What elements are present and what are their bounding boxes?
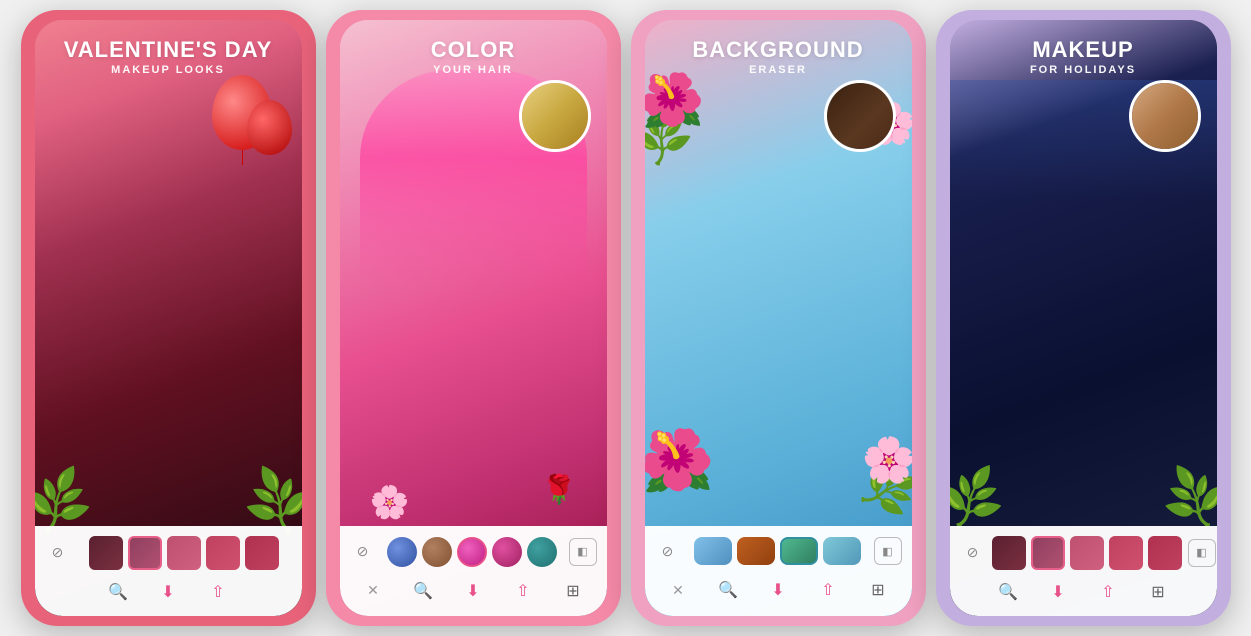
main-image-2: 🌸 🌹 COLOR YOUR HAIR ⊘ bbox=[340, 20, 607, 616]
main-image-3: 🌺 🌸 🌺 🌸 🌿 🌿 BACKGROUND ERASER ⊘ bbox=[645, 20, 912, 616]
bottom-bar-4: ⊘ ◧ 🔍 ⬇ ⇧ ⊞ bbox=[950, 526, 1217, 616]
swatch-row-1 bbox=[77, 536, 292, 570]
compare-btn-2[interactable]: ◧ bbox=[569, 538, 597, 566]
thumb-inner-2 bbox=[522, 83, 588, 149]
compare-btn-4[interactable]: ◧ bbox=[1188, 539, 1216, 567]
swatch-2-5[interactable] bbox=[527, 537, 557, 567]
swatch-1-1[interactable] bbox=[89, 536, 123, 570]
swatch-row-3 bbox=[687, 537, 868, 565]
swatch-4-1[interactable] bbox=[992, 536, 1026, 570]
phone-screen-4: 🌿 🌿 MAKEUP FOR HOLIDAYS ⊘ bbox=[950, 20, 1217, 616]
share-btn-4[interactable]: ⇧ bbox=[1093, 577, 1123, 607]
phone-screen-1: 🌿 🌿 VALENTINE'S DAY MAKEUP LOOKS ⊘ bbox=[35, 20, 302, 616]
download-btn-4[interactable]: ⬇ bbox=[1043, 577, 1073, 607]
download-btn-1[interactable]: ⬇ bbox=[153, 577, 183, 607]
swatch-1-5[interactable] bbox=[245, 536, 279, 570]
thumb-circle-2 bbox=[519, 80, 591, 152]
toolbar-top-2: ⊘ ◧ bbox=[350, 537, 597, 567]
toolbar-bottom-4: 🔍 ⬇ ⇧ ⊞ bbox=[960, 577, 1207, 607]
swatch-row-4 bbox=[992, 536, 1182, 570]
thumb-circle-3 bbox=[824, 80, 896, 152]
slash-icon-4[interactable]: ⊘ bbox=[960, 540, 986, 566]
flower-br-3: 🌸 bbox=[862, 434, 912, 486]
toolbar-top-3: ⊘ ◧ bbox=[655, 537, 902, 565]
swatch-2-3[interactable] bbox=[457, 537, 487, 567]
share-btn-2[interactable]: ⇧ bbox=[508, 576, 538, 606]
swatch-2-1[interactable] bbox=[387, 537, 417, 567]
phone-card-makeup: 🌿 🌿 MAKEUP FOR HOLIDAYS ⊘ bbox=[936, 10, 1231, 626]
phone-screen-3: 🌺 🌸 🌺 🌸 🌿 🌿 BACKGROUND ERASER ⊘ bbox=[645, 20, 912, 616]
extra-btn-4[interactable]: ⊞ bbox=[1143, 577, 1173, 607]
bottom-bar-1: ⊘ 🔍 ⬇ ⇧ bbox=[35, 526, 302, 616]
download-btn-3[interactable]: ⬇ bbox=[763, 575, 793, 605]
swatch-3-3[interactable] bbox=[780, 537, 818, 565]
swatch-4-5[interactable] bbox=[1148, 536, 1182, 570]
x-btn-3[interactable]: ✕ bbox=[663, 575, 693, 605]
extra-btn-3[interactable]: ⊞ bbox=[863, 575, 893, 605]
swatch-4-4[interactable] bbox=[1109, 536, 1143, 570]
phone-card-hair: 🌸 🌹 COLOR YOUR HAIR ⊘ bbox=[326, 10, 621, 626]
balloon-red-2 bbox=[247, 100, 292, 155]
magnify-btn-1[interactable]: 🔍 bbox=[103, 577, 133, 607]
toolbar-top-4: ⊘ ◧ bbox=[960, 536, 1207, 570]
share-btn-3[interactable]: ⇧ bbox=[813, 575, 843, 605]
toolbar-bottom-2: ✕ 🔍 ⬇ ⇧ ⊞ bbox=[350, 576, 597, 606]
x-btn-2[interactable]: ✕ bbox=[358, 576, 388, 606]
flower-bl-2: 🌸 bbox=[370, 483, 410, 521]
magnify-btn-3[interactable]: 🔍 bbox=[713, 575, 743, 605]
phone-card-background: 🌺 🌸 🌺 🌸 🌿 🌿 BACKGROUND ERASER ⊘ bbox=[631, 10, 926, 626]
toolbar-top-1: ⊘ bbox=[45, 536, 292, 570]
toolbar-bottom-1: 🔍 ⬇ ⇧ bbox=[45, 577, 292, 607]
swatch-3-2[interactable] bbox=[737, 537, 775, 565]
flower-tl-3: 🌺 bbox=[645, 70, 705, 131]
swatch-1-4[interactable] bbox=[206, 536, 240, 570]
magnify-btn-2[interactable]: 🔍 bbox=[408, 576, 438, 606]
swatch-4-3[interactable] bbox=[1070, 536, 1104, 570]
swatch-2-4[interactable] bbox=[492, 537, 522, 567]
swatch-4-2[interactable] bbox=[1031, 536, 1065, 570]
main-image-4: 🌿 🌿 MAKEUP FOR HOLIDAYS ⊘ bbox=[950, 20, 1217, 616]
toolbar-bottom-3: ✕ 🔍 ⬇ ⇧ ⊞ bbox=[655, 575, 902, 605]
magnify-btn-4[interactable]: 🔍 bbox=[993, 577, 1023, 607]
bottom-bar-2: ⊘ ◧ ✕ 🔍 ⬇ ⇧ ⊞ bbox=[340, 526, 607, 616]
extra-btn-2[interactable]: ⊞ bbox=[558, 576, 588, 606]
main-image-1: 🌿 🌿 VALENTINE'S DAY MAKEUP LOOKS ⊘ bbox=[35, 20, 302, 616]
swatch-row-2 bbox=[382, 537, 563, 567]
thumb-inner-4 bbox=[1132, 83, 1198, 149]
swatch-3-1[interactable] bbox=[694, 537, 732, 565]
slash-icon-3[interactable]: ⊘ bbox=[655, 538, 681, 564]
swatch-2-2[interactable] bbox=[422, 537, 452, 567]
bottom-bar-3: ⊘ ◧ ✕ 🔍 ⬇ ⇧ ⊞ bbox=[645, 526, 912, 616]
slash-icon-2[interactable]: ⊘ bbox=[350, 539, 376, 565]
swatch-1-3[interactable] bbox=[167, 536, 201, 570]
swatch-3-4[interactable] bbox=[823, 537, 861, 565]
phone-screen-2: 🌸 🌹 COLOR YOUR HAIR ⊘ bbox=[340, 20, 607, 616]
compare-btn-3[interactable]: ◧ bbox=[874, 537, 902, 565]
flower-br-2: 🌹 bbox=[542, 473, 577, 506]
phone-card-valentines: 🌿 🌿 VALENTINE'S DAY MAKEUP LOOKS ⊘ bbox=[21, 10, 316, 626]
download-btn-2[interactable]: ⬇ bbox=[458, 576, 488, 606]
slash-icon-1[interactable]: ⊘ bbox=[45, 540, 71, 566]
thumb-inner-3 bbox=[827, 83, 893, 149]
thumb-circle-4 bbox=[1129, 80, 1201, 152]
flower-bl-3: 🌺 bbox=[645, 425, 715, 496]
share-btn-1[interactable]: ⇧ bbox=[203, 577, 233, 607]
swatch-1-2[interactable] bbox=[128, 536, 162, 570]
